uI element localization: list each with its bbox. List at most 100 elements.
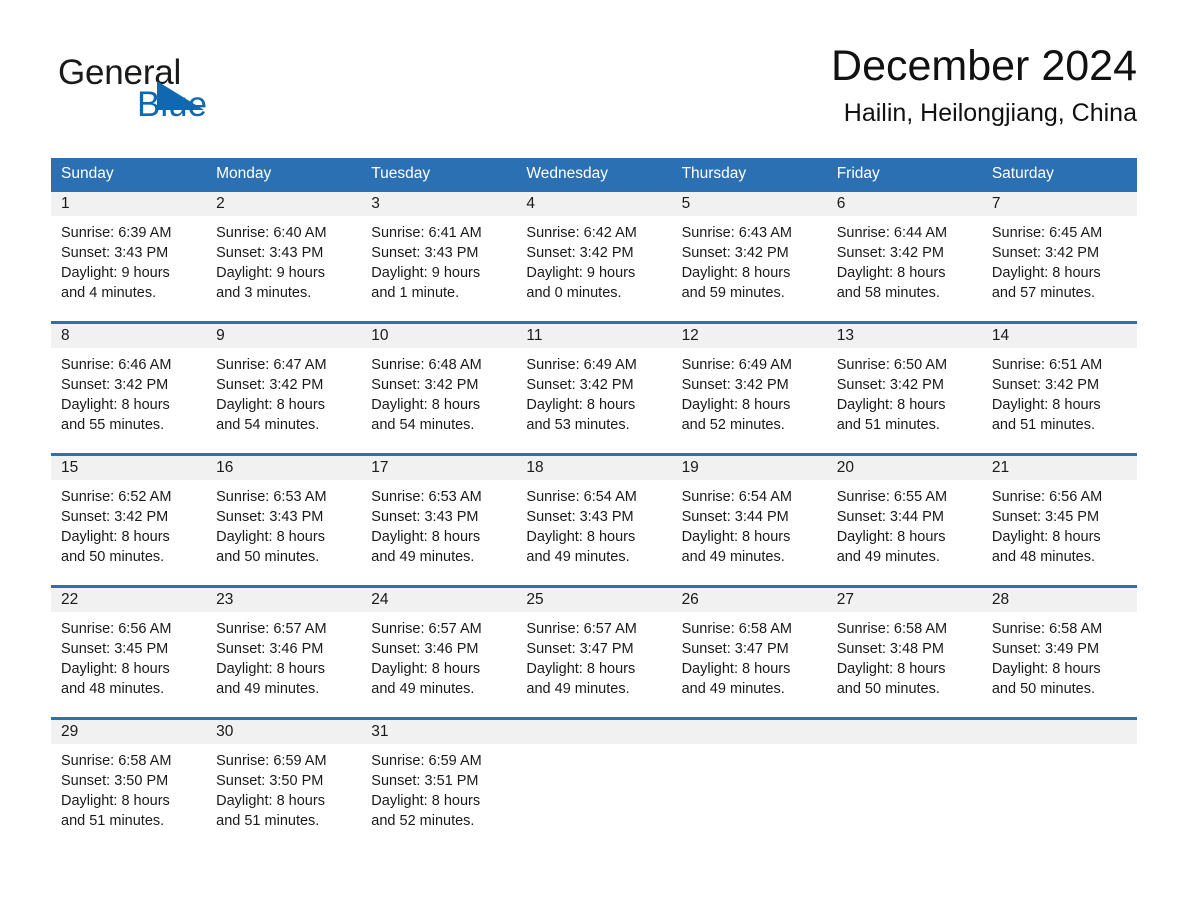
generalblue-logo[interactable]: General Blue bbox=[58, 55, 318, 135]
calendar-week-row: 8 9 10 11 12 13 14 Sunrise: 6:46 AM Suns… bbox=[51, 321, 1137, 453]
day-cell[interactable]: Sunrise: 6:51 AM Sunset: 3:42 PM Dayligh… bbox=[982, 348, 1137, 453]
daylight-text-line1: Daylight: 8 hours bbox=[526, 661, 636, 677]
day-number[interactable]: 14 bbox=[982, 324, 1137, 348]
sunset-text: Sunset: 3:50 PM bbox=[216, 773, 324, 789]
day-cell[interactable]: Sunrise: 6:39 AM Sunset: 3:43 PM Dayligh… bbox=[51, 216, 206, 321]
calendar-week-row: 29 30 31 Sunrise: 6:58 AM Sunset: 3:50 P… bbox=[51, 717, 1137, 849]
sunset-text: Sunset: 3:42 PM bbox=[991, 245, 1100, 261]
day-number[interactable]: 29 bbox=[51, 720, 206, 744]
day-cell[interactable]: Sunrise: 6:40 AM Sunset: 3:43 PM Dayligh… bbox=[206, 216, 361, 321]
day-number[interactable]: 18 bbox=[516, 456, 671, 480]
day-cell[interactable]: Sunrise: 6:59 AM Sunset: 3:50 PM Dayligh… bbox=[206, 744, 361, 849]
day-number[interactable]: 1 bbox=[51, 192, 206, 216]
weekday-header-sunday: Sunday bbox=[61, 165, 114, 182]
daylight-text-line1: Daylight: 8 hours bbox=[371, 661, 481, 677]
sunrise-text: Sunrise: 6:55 AM bbox=[836, 489, 948, 505]
day-cell[interactable]: Sunrise: 6:45 AM Sunset: 3:42 PM Dayligh… bbox=[982, 216, 1137, 321]
day-cell[interactable]: Sunrise: 6:43 AM Sunset: 3:42 PM Dayligh… bbox=[672, 216, 827, 321]
day-number[interactable]: 24 bbox=[361, 588, 516, 612]
day-cell[interactable]: Sunrise: 6:47 AM Sunset: 3:42 PM Dayligh… bbox=[206, 348, 361, 453]
daylight-text-line2: and 49 minutes. bbox=[681, 681, 785, 697]
daylight-text-line2: and 53 minutes. bbox=[526, 417, 630, 433]
day-number[interactable]: 22 bbox=[51, 588, 206, 612]
day-cell[interactable]: Sunrise: 6:48 AM Sunset: 3:42 PM Dayligh… bbox=[361, 348, 516, 453]
sunrise-text: Sunrise: 6:58 AM bbox=[61, 753, 172, 769]
day-number[interactable]: 15 bbox=[51, 456, 206, 480]
day-cell[interactable]: Sunrise: 6:57 AM Sunset: 3:46 PM Dayligh… bbox=[206, 612, 361, 717]
day-cell[interactable]: Sunrise: 6:44 AM Sunset: 3:42 PM Dayligh… bbox=[827, 216, 982, 321]
day-cell[interactable]: Sunrise: 6:56 AM Sunset: 3:45 PM Dayligh… bbox=[51, 612, 206, 717]
day-number[interactable]: 26 bbox=[672, 588, 827, 612]
day-number[interactable]: 19 bbox=[672, 456, 827, 480]
daylight-text-line1: Daylight: 8 hours bbox=[371, 397, 481, 413]
day-cell[interactable]: Sunrise: 6:49 AM Sunset: 3:42 PM Dayligh… bbox=[672, 348, 827, 453]
daylight-text-line1: Daylight: 8 hours bbox=[836, 397, 946, 413]
day-number[interactable]: 30 bbox=[206, 720, 361, 744]
daylight-text-line1: Daylight: 9 hours bbox=[61, 265, 170, 281]
day-cell[interactable]: Sunrise: 6:42 AM Sunset: 3:42 PM Dayligh… bbox=[516, 216, 671, 321]
day-cell[interactable]: Sunrise: 6:55 AM Sunset: 3:44 PM Dayligh… bbox=[827, 480, 982, 585]
day-number[interactable]: 6 bbox=[827, 192, 982, 216]
daylight-text-line2: and 57 minutes. bbox=[991, 285, 1096, 301]
daylight-text-line1: Daylight: 8 hours bbox=[216, 529, 325, 545]
day-cell[interactable]: Sunrise: 6:58 AM Sunset: 3:47 PM Dayligh… bbox=[672, 612, 827, 717]
day-number[interactable]: 20 bbox=[827, 456, 982, 480]
day-number[interactable]: 16 bbox=[206, 456, 361, 480]
day-number[interactable]: 31 bbox=[361, 720, 516, 744]
day-cell[interactable]: Sunrise: 6:56 AM Sunset: 3:45 PM Dayligh… bbox=[982, 480, 1137, 585]
day-number[interactable]: 5 bbox=[672, 192, 827, 216]
day-cell[interactable]: Sunrise: 6:58 AM Sunset: 3:48 PM Dayligh… bbox=[827, 612, 982, 717]
day-cell-empty bbox=[516, 744, 671, 849]
day-cell[interactable]: Sunrise: 6:57 AM Sunset: 3:46 PM Dayligh… bbox=[361, 612, 516, 717]
day-number[interactable]: 2 bbox=[206, 192, 361, 216]
daylight-text-line2: and 51 minutes. bbox=[991, 417, 1096, 433]
day-number[interactable]: 12 bbox=[672, 324, 827, 348]
daylight-text-line1: Daylight: 8 hours bbox=[61, 397, 170, 413]
sunset-text: Sunset: 3:42 PM bbox=[61, 509, 169, 525]
sunset-text: Sunset: 3:48 PM bbox=[836, 641, 944, 657]
day-number[interactable]: 7 bbox=[982, 192, 1137, 216]
day-number[interactable]: 3 bbox=[361, 192, 516, 216]
day-number[interactable]: 27 bbox=[827, 588, 982, 612]
day-number[interactable]: 17 bbox=[361, 456, 516, 480]
day-number[interactable]: 25 bbox=[516, 588, 671, 612]
calendar-grid: Sunday Monday Tuesday Wednesday Thursday… bbox=[51, 158, 1137, 849]
sunset-text: Sunset: 3:50 PM bbox=[61, 773, 169, 789]
day-cell[interactable]: Sunrise: 6:46 AM Sunset: 3:42 PM Dayligh… bbox=[51, 348, 206, 453]
day-number[interactable]: 8 bbox=[51, 324, 206, 348]
day-number[interactable]: 4 bbox=[516, 192, 671, 216]
day-number[interactable]: 13 bbox=[827, 324, 982, 348]
day-number[interactable]: 28 bbox=[982, 588, 1137, 612]
daylight-text-line1: Daylight: 8 hours bbox=[526, 529, 636, 545]
day-cell[interactable]: Sunrise: 6:54 AM Sunset: 3:44 PM Dayligh… bbox=[672, 480, 827, 585]
day-cell[interactable]: Sunrise: 6:53 AM Sunset: 3:43 PM Dayligh… bbox=[206, 480, 361, 585]
day-cell[interactable]: Sunrise: 6:57 AM Sunset: 3:47 PM Dayligh… bbox=[516, 612, 671, 717]
daylight-text-line2: and 4 minutes. bbox=[61, 285, 157, 301]
day-number[interactable]: 10 bbox=[361, 324, 516, 348]
daylight-text-line2: and 49 minutes. bbox=[371, 681, 475, 697]
daylight-text-line1: Daylight: 8 hours bbox=[216, 793, 325, 809]
day-cell[interactable]: Sunrise: 6:58 AM Sunset: 3:50 PM Dayligh… bbox=[51, 744, 206, 849]
day-cell[interactable]: Sunrise: 6:54 AM Sunset: 3:43 PM Dayligh… bbox=[516, 480, 671, 585]
sunset-text: Sunset: 3:47 PM bbox=[526, 641, 634, 657]
day-cell[interactable]: Sunrise: 6:58 AM Sunset: 3:49 PM Dayligh… bbox=[982, 612, 1137, 717]
day-cell[interactable]: Sunrise: 6:50 AM Sunset: 3:42 PM Dayligh… bbox=[827, 348, 982, 453]
sunset-text: Sunset: 3:46 PM bbox=[371, 641, 479, 657]
daylight-text-line1: Daylight: 8 hours bbox=[681, 265, 791, 281]
day-cell[interactable]: Sunrise: 6:52 AM Sunset: 3:42 PM Dayligh… bbox=[51, 480, 206, 585]
day-number[interactable]: 9 bbox=[206, 324, 361, 348]
day-cell[interactable]: Sunrise: 6:41 AM Sunset: 3:43 PM Dayligh… bbox=[361, 216, 516, 321]
day-cell[interactable]: Sunrise: 6:49 AM Sunset: 3:42 PM Dayligh… bbox=[516, 348, 671, 453]
day-number-band: 8 9 10 11 12 13 14 bbox=[51, 324, 1137, 348]
daylight-text-line2: and 49 minutes. bbox=[681, 549, 785, 565]
day-number[interactable]: 11 bbox=[516, 324, 671, 348]
calendar-page: General Blue December 2024 Hailin, Heilo… bbox=[0, 0, 1188, 918]
day-cell-empty bbox=[827, 744, 982, 849]
daylight-text-line2: and 51 minutes. bbox=[216, 813, 320, 829]
daylight-text-line2: and 51 minutes. bbox=[61, 813, 165, 829]
day-cell[interactable]: Sunrise: 6:53 AM Sunset: 3:43 PM Dayligh… bbox=[361, 480, 516, 585]
weekday-header-tuesday: Tuesday bbox=[371, 165, 431, 182]
day-number[interactable]: 23 bbox=[206, 588, 361, 612]
day-number[interactable]: 21 bbox=[982, 456, 1137, 480]
day-cell[interactable]: Sunrise: 6:59 AM Sunset: 3:51 PM Dayligh… bbox=[361, 744, 516, 849]
